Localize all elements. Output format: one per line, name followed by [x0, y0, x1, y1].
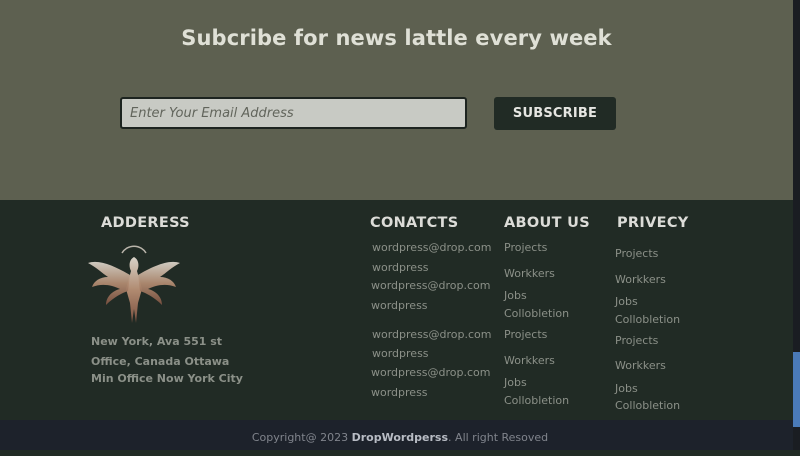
- about-link-projects[interactable]: Projects: [504, 328, 547, 341]
- contact-site-link[interactable]: wordpress: [371, 386, 428, 399]
- about-link-jobs[interactable]: Jobs: [504, 289, 527, 302]
- scrollbar-thumb[interactable]: [793, 352, 800, 427]
- about-link-jobs[interactable]: Jobs: [504, 376, 527, 389]
- contact-site-link[interactable]: wordpress: [372, 261, 429, 274]
- email-input[interactable]: [120, 97, 467, 129]
- privacy-link-jobs[interactable]: Jobs: [615, 295, 638, 308]
- brand-link[interactable]: DropWordperss: [352, 431, 448, 444]
- about-link-projects[interactable]: Projects: [504, 241, 547, 254]
- privacy-link-collobletion[interactable]: Collobletion: [615, 399, 680, 412]
- privacy-link-jobs[interactable]: Jobs: [615, 382, 638, 395]
- contact-email-link[interactable]: wordpress@drop.com: [371, 279, 491, 292]
- copyright-text: Copyright@ 2023: [251, 431, 349, 444]
- privacy-link-workers[interactable]: Workkers: [615, 273, 666, 286]
- footer: ADDERESS New York, Ava 551 st Office, Ca…: [0, 200, 793, 420]
- contact-email-link[interactable]: wordpress@drop.com: [371, 366, 491, 379]
- about-link-workers[interactable]: Workkers: [504, 267, 555, 280]
- subscribe-title: Subcribe for news lattle every week: [181, 26, 612, 50]
- privacy-link-projects[interactable]: Projects: [615, 247, 658, 260]
- about-link-collobletion[interactable]: Collobletion: [504, 394, 569, 407]
- contact-email-link[interactable]: wordpress@drop.com: [372, 241, 492, 254]
- contact-site-link[interactable]: wordpress: [371, 299, 428, 312]
- phoenix-logo-icon: [88, 245, 180, 323]
- copyright-bar: Copyright@ 2023 DropWordperss. All right…: [0, 420, 800, 450]
- privacy-heading: PRIVECY: [617, 215, 689, 231]
- address-heading: ADDERESS: [101, 215, 190, 231]
- subscribe-button[interactable]: SUBSCRIBE: [494, 97, 616, 130]
- contact-email-link[interactable]: wordpress@drop.com: [372, 328, 492, 341]
- about-link-workers[interactable]: Workkers: [504, 354, 555, 367]
- privacy-link-projects[interactable]: Projects: [615, 334, 658, 347]
- about-heading: ABOUT US: [504, 215, 590, 231]
- subscribe-section: Subcribe for news lattle every week SUBS…: [0, 0, 793, 200]
- address-line-3: Min Office Now York City: [91, 372, 243, 385]
- address-line-2: Office, Canada Ottawa: [91, 355, 230, 368]
- privacy-link-collobletion[interactable]: Collobletion: [615, 313, 680, 326]
- privacy-link-workers[interactable]: Workkers: [615, 359, 666, 372]
- contacts-heading: CONATCTS: [370, 215, 459, 231]
- about-link-collobletion[interactable]: Collobletion: [504, 307, 569, 320]
- copyright-suffix: . All right Resoved: [448, 431, 549, 444]
- contact-site-link[interactable]: wordpress: [372, 347, 429, 360]
- address-line-1: New York, Ava 551 st: [91, 335, 223, 348]
